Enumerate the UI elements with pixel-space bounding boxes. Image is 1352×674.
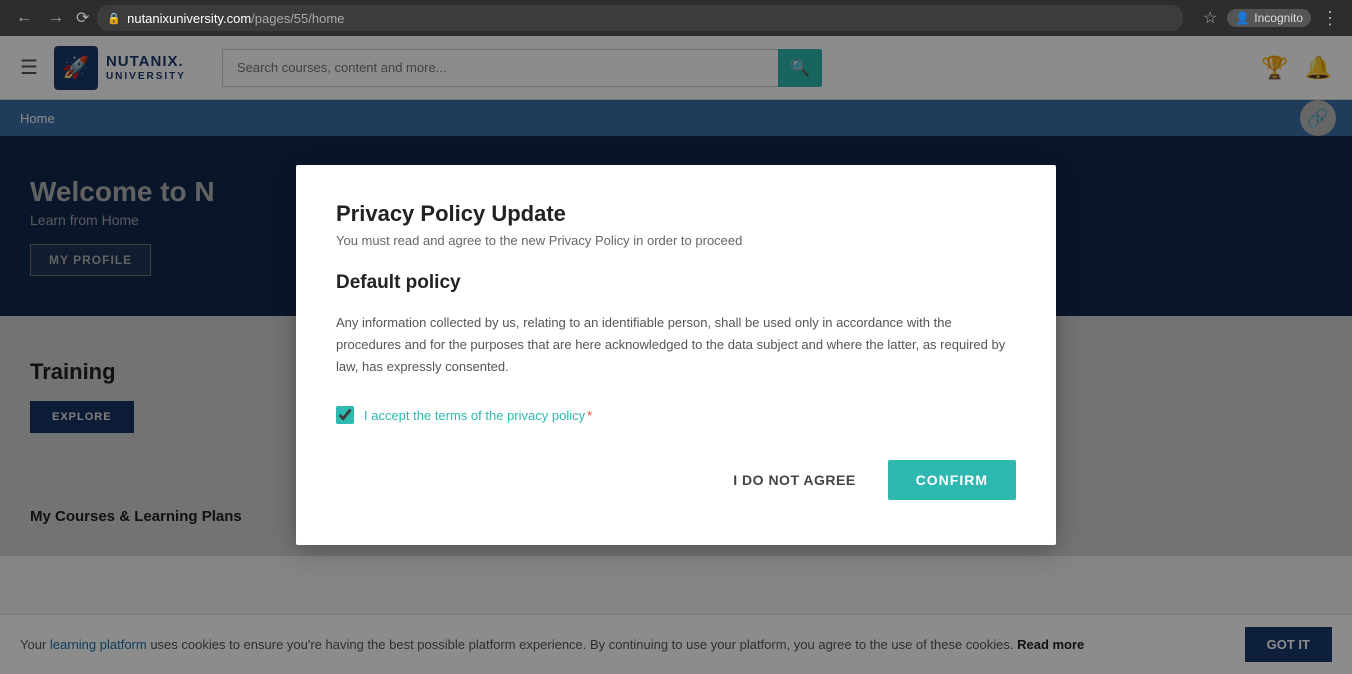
site-wrapper: ☰ 🚀 NUTANIX. UNIVERSITY 🔍 🏆 🔔 Home 🔗 <box>0 36 1352 674</box>
url-bar[interactable]: 🔒 nutanixuniversity.com/pages/55/home <box>97 5 1183 31</box>
privacy-policy-modal: Privacy Policy Update You must read and … <box>296 165 1056 545</box>
back-button[interactable]: ← <box>12 6 36 30</box>
modal-body-text: Any information collected by us, relatin… <box>336 312 1016 378</box>
modal-overlay[interactable]: Privacy Policy Update You must read and … <box>0 36 1352 674</box>
refresh-button[interactable]: ⟳ <box>76 8 89 28</box>
modal-checkbox-row: I accept the terms of the privacy policy… <box>336 406 1016 424</box>
do-not-agree-button[interactable]: I DO NOT AGREE <box>717 462 871 498</box>
forward-button[interactable]: → <box>44 6 68 30</box>
lock-icon: 🔒 <box>107 12 121 25</box>
browser-chrome: ← → ⟳ 🔒 nutanixuniversity.com/pages/55/h… <box>0 0 1352 36</box>
checkbox-label[interactable]: I accept the terms of the privacy policy… <box>364 408 592 423</box>
incognito-badge: 👤 Incognito <box>1227 9 1311 27</box>
incognito-label: Incognito <box>1254 11 1303 25</box>
modal-title: Privacy Policy Update <box>336 201 1016 227</box>
modal-subtitle: You must read and agree to the new Priva… <box>336 233 1016 248</box>
modal-policy-title: Default policy <box>336 272 1016 294</box>
browser-menu-button[interactable]: ⋮ <box>1321 8 1340 29</box>
policy-checkbox[interactable] <box>336 406 354 424</box>
confirm-button[interactable]: CONFIRM <box>888 460 1016 500</box>
incognito-icon: 👤 <box>1235 11 1250 25</box>
star-icon[interactable]: ☆ <box>1203 8 1217 28</box>
url-text: nutanixuniversity.com/pages/55/home <box>127 11 344 26</box>
required-star: * <box>587 408 592 423</box>
modal-footer: I DO NOT AGREE CONFIRM <box>336 460 1016 500</box>
browser-right-icons: ☆ 👤 Incognito ⋮ <box>1203 8 1340 29</box>
